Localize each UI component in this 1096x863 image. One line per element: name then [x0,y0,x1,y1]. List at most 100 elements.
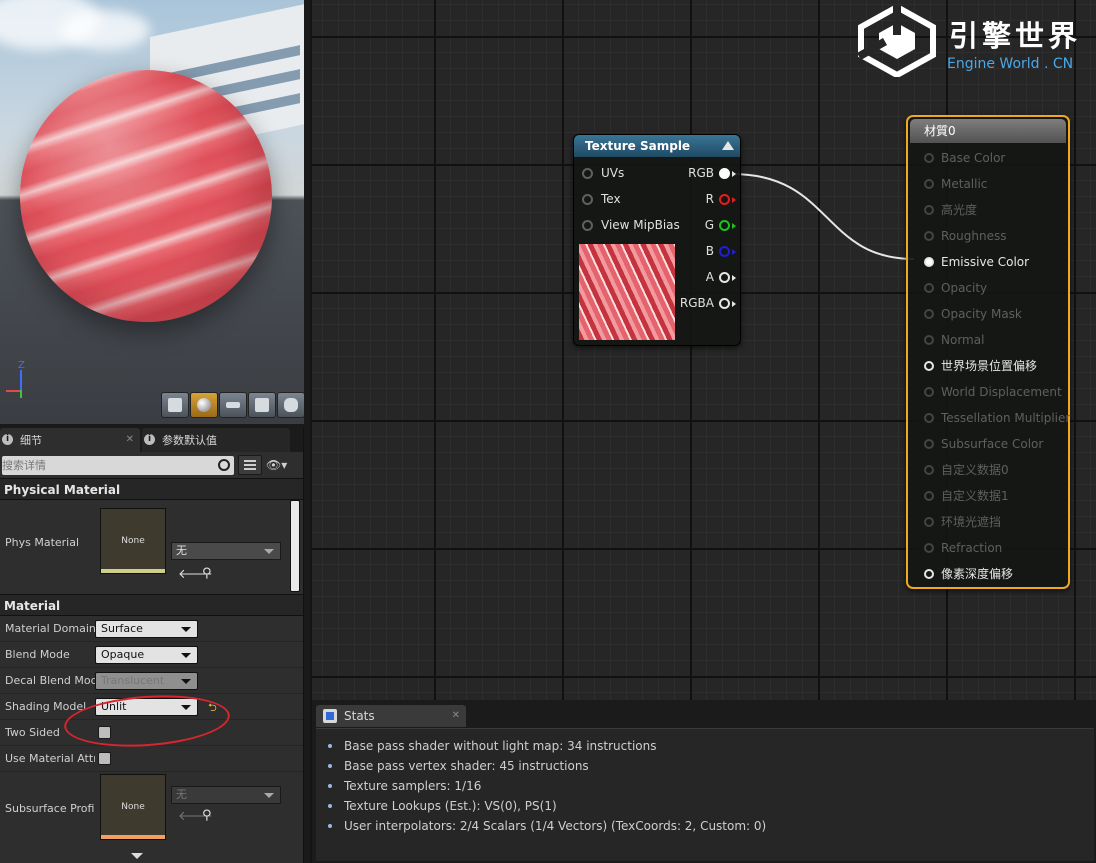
phys-material-asset-combo[interactable]: 无 [171,542,281,560]
pin-circle-icon[interactable] [924,179,934,189]
pin-circle-icon[interactable] [924,361,934,371]
stats-tab-label: Stats [344,709,375,723]
output-pin-b[interactable]: B [674,242,738,260]
material-graph-canvas[interactable]: 引擎世界 Engine World . CN Texture Sample UV… [310,0,1096,700]
property-matrix-button[interactable] [238,455,262,475]
cube-preview-button[interactable] [248,392,276,418]
material-properties: Material Domain Surface Blend Mode Opaqu… [0,616,303,852]
texture-sample-node[interactable]: Texture Sample UVs Tex View MipBias RGB [573,134,741,346]
search-icon[interactable] [218,458,230,471]
pin-arrow-icon [732,171,736,177]
pin-label: A [705,270,714,284]
output-pin-a[interactable]: A [674,268,738,286]
engine-world-logo-icon [857,3,936,79]
search-input[interactable]: 搜索详情 [2,455,234,475]
phys-material-label: Phys Material [5,536,80,549]
phys-material-thumbnail[interactable]: None [100,508,166,574]
asset-combo-value: 无 [176,788,187,801]
pin-circle-icon[interactable] [924,283,934,293]
output-pin-g[interactable]: G [674,216,738,234]
pin-circle-icon[interactable] [582,168,593,179]
tab-details-label: 细节 [20,434,42,447]
pin-circle-icon[interactable] [924,491,934,501]
pin-circle-icon[interactable] [924,205,934,215]
pin-circle-icon[interactable] [924,439,934,449]
pin-label: B [705,244,714,258]
pin-circle-icon[interactable] [924,569,934,579]
pin-circle-icon[interactable] [719,246,730,257]
close-icon[interactable]: ✕ [452,705,460,727]
cylinder-preview-button[interactable] [161,392,189,418]
info-icon: i [144,434,155,445]
sphere-preview-button[interactable] [190,392,218,418]
browse-search-icon[interactable]: ⚲ [202,808,212,823]
pin-circle-icon[interactable] [582,194,593,205]
pin-circle-icon[interactable] [924,335,934,345]
pin-circle-icon[interactable] [719,298,730,309]
pin-circle-icon[interactable] [924,543,934,553]
preview-shape-toolbar [161,392,304,418]
axis-y-line [20,390,22,398]
texture-sample-title: Texture Sample [585,139,691,153]
pin-label: Normal [941,333,985,347]
material-domain-combo[interactable]: Surface [95,619,198,638]
pin-label: 像素深度偏移 [941,567,1014,581]
thumbnail-text: None [121,536,145,546]
pin-circle-icon[interactable] [719,220,730,231]
pin-arrow-icon [732,301,736,307]
details-panel: i 细节 ✕ i 参数默认值 搜索详情 👁▾ Physical Material… [0,428,304,863]
pin-label: R [705,192,714,206]
browse-search-icon[interactable]: ⚲ [202,566,212,581]
pin-circle-icon[interactable] [719,272,730,283]
pin-circle-icon[interactable] [924,309,934,319]
pin-label: Subsurface Color [941,437,1044,451]
pin-circle-icon[interactable] [582,220,593,231]
custom-mesh-preview-button[interactable] [277,392,304,418]
decal-blend-mode-combo[interactable]: Translucent [95,671,198,690]
tab-parameter-defaults[interactable]: i 参数默认值 [142,428,290,452]
node-title[interactable]: Texture Sample [574,135,740,157]
physical-material-header[interactable]: Physical Material [0,478,303,500]
material-result-node[interactable]: 材質0 Base Color Metallic 高光度 Roughness Em… [906,115,1070,589]
expand-down-icon[interactable] [131,853,143,859]
tab-details[interactable]: i 细节 ✕ [0,428,140,452]
decal-blend-mode-row: Decal Blend Mode Translucent [0,668,303,694]
output-pin-rgb[interactable]: RGB [674,164,738,182]
subsurface-profile-thumbnail[interactable]: None [100,774,166,840]
pin-circle-icon[interactable] [719,194,730,205]
material-node-title[interactable]: 材質0 [910,119,1066,143]
material-header[interactable]: Material [0,594,303,616]
tab-parameter-defaults-label: 参数默认值 [162,434,217,447]
view-options-button[interactable]: 👁▾ [266,455,296,475]
blend-mode-combo[interactable]: Opaque [95,645,198,664]
pin-circle-icon[interactable] [924,387,934,397]
preview-viewport[interactable]: Z [0,0,304,424]
pin-label: World Displacement [941,385,1062,399]
output-pin-rgba[interactable]: RGBA [674,294,738,312]
collapse-triangle-icon[interactable] [722,141,734,150]
subsurface-profile-asset-combo[interactable]: 无 [171,786,281,804]
details-scrollbar[interactable] [290,500,300,592]
pin-circle-icon[interactable] [924,231,934,241]
pin-label: Refraction [941,541,1003,555]
grid-icon [244,460,256,470]
pin-circle-icon[interactable] [924,257,934,267]
pin-circle-icon[interactable] [924,517,934,527]
pin-label: Tex [601,192,621,206]
pin-label: 世界场景位置偏移 [941,359,1038,373]
pin-circle-icon[interactable] [719,168,730,179]
use-material-attributes-checkbox[interactable] [98,752,111,765]
pin-circle-icon[interactable] [924,465,934,475]
pin-circle-icon[interactable] [924,413,934,423]
close-icon[interactable]: ✕ [126,434,134,445]
pin-circle-icon[interactable] [924,153,934,163]
pin-label: View MipBias [601,218,680,232]
blend-mode-label: Blend Mode [5,648,70,661]
tab-stats[interactable]: Stats ✕ [316,705,466,727]
decal-blend-mode-label: Decal Blend Mode [5,674,95,687]
pin-arrow-icon [732,223,736,229]
output-pin-r[interactable]: R [674,190,738,208]
pin-label: Metallic [941,177,988,191]
plane-preview-button[interactable] [219,392,247,418]
stats-body: Base pass shader without light map: 34 i… [316,728,1094,861]
